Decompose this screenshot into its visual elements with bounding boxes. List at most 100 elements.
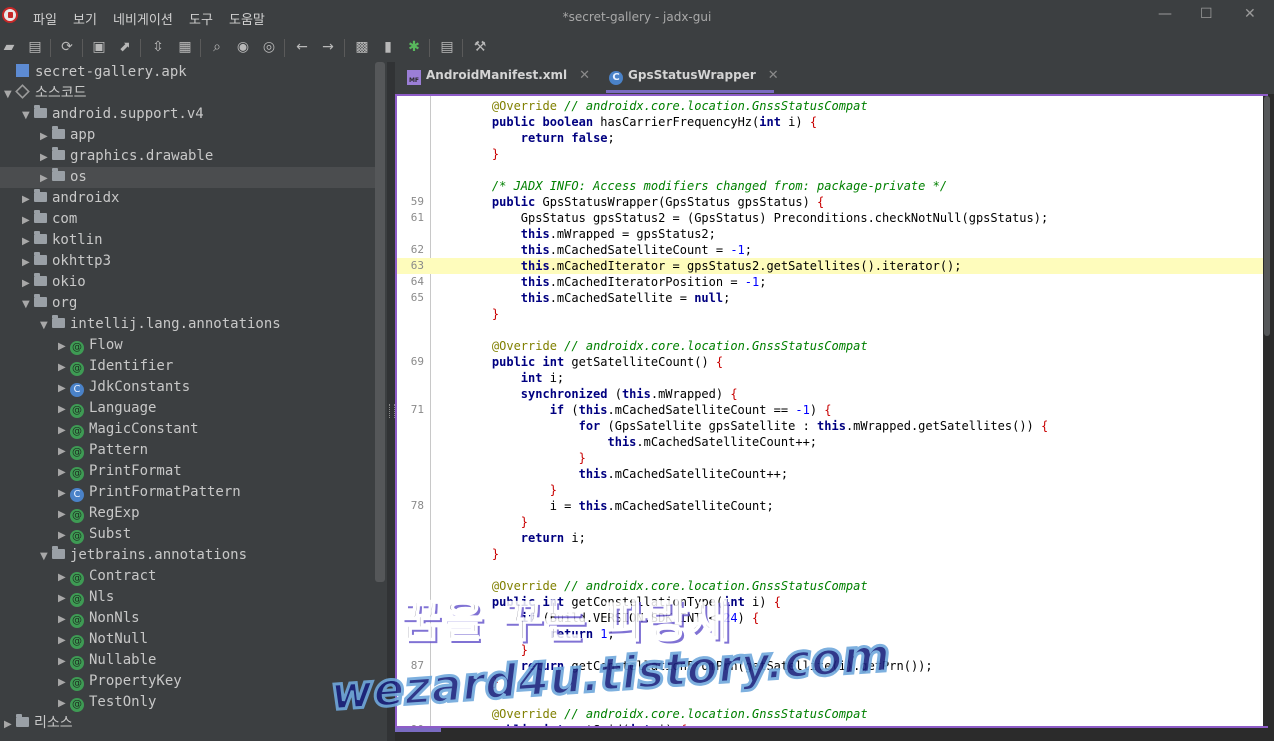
chevron-right-icon[interactable]: ▶: [40, 147, 52, 168]
code-line[interactable]: [397, 322, 1266, 338]
tree-item[interactable]: ▶ C JdkConstants: [58, 377, 190, 398]
tree-item[interactable]: ▶ @ PropertyKey: [58, 671, 182, 692]
close-window-button[interactable]: ✕: [1244, 6, 1256, 22]
tree-item[interactable]: ▶ graphics.drawable: [40, 146, 213, 167]
code-line[interactable]: [397, 162, 1266, 178]
editor-scrollbar-thumb[interactable]: [1264, 96, 1270, 336]
editor-horizontal-scrollbar[interactable]: [395, 728, 441, 732]
code-line[interactable]: }: [397, 146, 1266, 162]
tree-item[interactable]: ▼ 소스코드: [4, 83, 87, 104]
code-line[interactable]: 59 public GpsStatusWrapper(GpsStatus gps…: [397, 194, 1266, 210]
tree-item[interactable]: ▶ @ RegExp: [58, 503, 140, 524]
tree-item[interactable]: ▶ @ Nullable: [58, 650, 156, 671]
debug-icon[interactable]: ✱: [405, 38, 423, 56]
chevron-right-icon[interactable]: ▶: [58, 588, 70, 609]
tree-item[interactable]: ▶ @ TestOnly: [58, 692, 156, 713]
tree-scrollbar[interactable]: [375, 62, 385, 582]
tree-item[interactable]: ▶ @ NotNull: [58, 629, 148, 650]
maximize-button[interactable]: ☐: [1200, 6, 1213, 22]
code-line[interactable]: }: [397, 482, 1266, 498]
tree-item[interactable]: ▶ @ NonNls: [58, 608, 140, 629]
tree-item[interactable]: ▼ jetbrains.annotations: [40, 545, 247, 566]
chevron-right-icon[interactable]: ▶: [58, 651, 70, 672]
code-line[interactable]: }: [397, 674, 1266, 690]
tree-item[interactable]: ▶ os: [40, 167, 87, 188]
code-line[interactable]: @Override // androidx.core.location.Gnss…: [397, 706, 1266, 722]
code-line[interactable]: public int getConstellationType(int i) {: [397, 594, 1266, 610]
close-tab-icon[interactable]: ✕: [579, 68, 590, 83]
code-line[interactable]: 64 this.mCachedIteratorPosition = -1;: [397, 274, 1266, 290]
chevron-right-icon[interactable]: ▶: [22, 189, 34, 210]
chevron-right-icon[interactable]: ▶: [58, 399, 70, 420]
text-search-icon[interactable]: ◎: [260, 38, 278, 56]
code-line[interactable]: return i;: [397, 530, 1266, 546]
code-line[interactable]: 71 if (this.mCachedSatelliteCount == -1)…: [397, 402, 1266, 418]
code-line[interactable]: @Override // androidx.core.location.Gnss…: [397, 338, 1266, 354]
sync-tree-icon[interactable]: ▦: [176, 38, 194, 56]
code-line[interactable]: @Override // androidx.core.location.Gnss…: [397, 98, 1266, 114]
code-line[interactable]: 63 this.mCachedIterator = gpsStatus2.get…: [397, 258, 1266, 274]
tree-item[interactable]: ▶ @ Nls: [58, 587, 114, 608]
chevron-right-icon[interactable]: ▶: [58, 357, 70, 378]
panel-splitter[interactable]: [387, 62, 395, 741]
tree-item[interactable]: ▶ @ Identifier: [58, 356, 173, 377]
code-line[interactable]: 87 return getConstellationFromPrn(getSat…: [397, 658, 1266, 674]
add-files-icon[interactable]: ▤: [26, 38, 44, 56]
code-line[interactable]: if (Build.VERSION.SDK_INT < 24) {: [397, 610, 1266, 626]
chevron-right-icon[interactable]: ▶: [22, 273, 34, 294]
tree-item[interactable]: ▼ org: [22, 293, 77, 314]
code-line[interactable]: }: [397, 514, 1266, 530]
tree-item[interactable]: secret-gallery.apk: [4, 62, 187, 83]
tree-item[interactable]: ▶ @ Subst: [58, 524, 131, 545]
code-line[interactable]: }: [397, 306, 1266, 322]
chevron-right-icon[interactable]: ▶: [58, 567, 70, 588]
flatten-packages-icon[interactable]: ⇳: [149, 38, 167, 56]
tree-item[interactable]: ▶ androidx: [22, 188, 119, 209]
code-line[interactable]: 62 this.mCachedSatelliteCount = -1;: [397, 242, 1266, 258]
chevron-right-icon[interactable]: ▶: [58, 693, 70, 714]
code-line[interactable]: this.mCachedSatelliteCount++;: [397, 434, 1266, 450]
tree-item[interactable]: ▶ @ Flow: [58, 335, 123, 356]
chevron-right-icon[interactable]: ▶: [58, 336, 70, 357]
chevron-right-icon[interactable]: ▶: [4, 714, 16, 735]
search-icon[interactable]: ⌕: [208, 38, 226, 56]
chevron-right-icon[interactable]: ▶: [58, 630, 70, 651]
chevron-right-icon[interactable]: ▶: [58, 672, 70, 693]
code-line[interactable]: 90 public int getSvid(int i) {: [397, 722, 1266, 726]
chevron-right-icon[interactable]: ▶: [40, 126, 52, 147]
chevron-right-icon[interactable]: ▶: [40, 168, 52, 189]
forward-icon[interactable]: →: [319, 38, 337, 56]
save-all-icon[interactable]: ▣: [90, 38, 108, 56]
code-line[interactable]: 69 public int getSatelliteCount() {: [397, 354, 1266, 370]
tree-item[interactable]: ▶ 리소스: [4, 713, 73, 734]
chevron-right-icon[interactable]: ▶: [58, 462, 70, 483]
project-tree[interactable]: secret-gallery.apk ▼ 소스코드 ▼ android.support.…: [0, 62, 387, 741]
preferences-icon[interactable]: ⚒: [471, 38, 489, 56]
chevron-down-icon[interactable]: ▼: [22, 294, 34, 315]
code-line[interactable]: 65 this.mCachedSatellite = null;: [397, 290, 1266, 306]
code-line[interactable]: }: [397, 642, 1266, 658]
log-icon[interactable]: ▮: [379, 38, 397, 56]
close-tab-icon[interactable]: ✕: [768, 68, 779, 83]
tree-item[interactable]: ▶ @ PrintFormat: [58, 461, 182, 482]
code-line[interactable]: this.mCachedSatelliteCount++;: [397, 466, 1266, 482]
code-line[interactable]: }: [397, 450, 1266, 466]
code-line[interactable]: return 1;: [397, 626, 1266, 642]
chevron-right-icon[interactable]: ▶: [58, 441, 70, 462]
code-line[interactable]: return false;: [397, 130, 1266, 146]
tree-item[interactable]: ▼ intellij.lang.annotations: [40, 314, 281, 335]
chevron-down-icon[interactable]: ▼: [22, 105, 34, 126]
tree-item[interactable]: ▶ kotlin: [22, 230, 103, 251]
chevron-right-icon[interactable]: ▶: [58, 483, 70, 504]
tree-item[interactable]: ▶ com: [22, 209, 77, 230]
tree-item[interactable]: ▶ C PrintFormatPattern: [58, 482, 241, 503]
code-line[interactable]: [397, 562, 1266, 578]
tree-item[interactable]: ▶ okhttp3: [22, 251, 111, 272]
open-icon[interactable]: ▰: [0, 38, 18, 56]
chevron-right-icon[interactable]: ▶: [58, 525, 70, 546]
code-line[interactable]: }: [397, 546, 1266, 562]
tree-item[interactable]: ▶ app: [40, 125, 95, 146]
code-editor[interactable]: @Override // androidx.core.location.Gnss…: [395, 94, 1268, 728]
chevron-right-icon[interactable]: ▶: [22, 231, 34, 252]
code-line[interactable]: int i;: [397, 370, 1266, 386]
